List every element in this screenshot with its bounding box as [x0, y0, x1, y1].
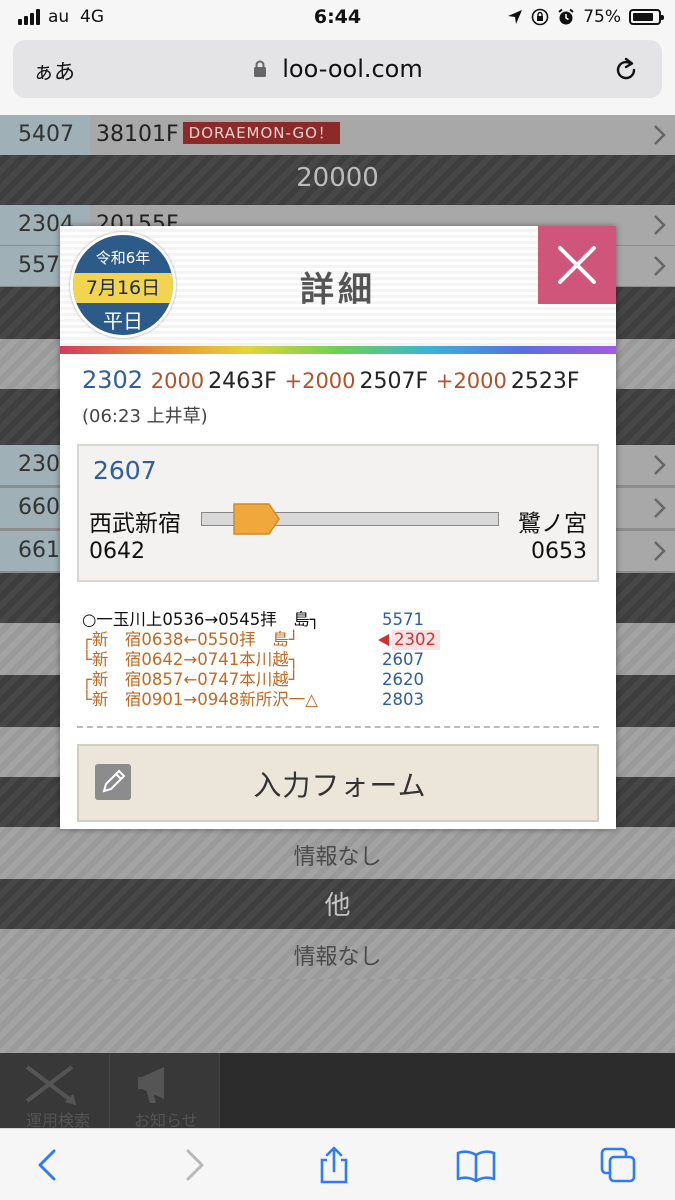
megaphone-icon — [138, 1067, 164, 1103]
share-icon[interactable] — [314, 1145, 354, 1185]
input-form-button[interactable]: 入力フォーム — [77, 744, 599, 822]
status-right: 75% — [507, 7, 664, 27]
chain-plus: + — [284, 369, 303, 393]
schedule-train[interactable]: 2607 — [382, 650, 424, 670]
chain-type: 2000 — [302, 369, 356, 393]
battery-icon — [629, 9, 664, 25]
close-icon — [558, 246, 596, 284]
tabs-icon[interactable] — [598, 1145, 638, 1185]
site-bottom-nav: 運用検索 お知らせ — [0, 1053, 675, 1128]
schedule-row: └新 宿0642→0741本川越┐ 2607 — [82, 650, 602, 670]
url-host[interactable]: loo-ool.com — [252, 55, 423, 83]
chain-car: 2463F — [208, 369, 277, 394]
chain-type: 2000 — [453, 369, 507, 393]
orientation-lock-icon — [531, 8, 549, 26]
row-number: 5407 — [0, 115, 90, 155]
chain-plus: + — [435, 369, 454, 393]
formation-chain: 2302 2000 2463F +2000 2507F +2000 2523F — [82, 366, 580, 394]
chevron-right-icon — [654, 125, 666, 145]
chain-car: 2523F — [510, 369, 580, 394]
location-arrow-icon — [508, 10, 523, 24]
status-bar: au 4G 6:44 75% — [0, 0, 675, 36]
schedule-train[interactable]: 2620 — [382, 670, 424, 690]
chain-train-number: 2302 — [82, 366, 144, 394]
chevron-right-icon — [654, 215, 666, 235]
address-bar[interactable]: ぁあ loo-ool.com — [13, 40, 662, 98]
to-time: 0653 — [531, 539, 587, 564]
from-time: 0642 — [89, 539, 145, 564]
schedule-train-current[interactable]: 2302 — [392, 630, 440, 650]
nav-label: お知らせ — [134, 1111, 198, 1128]
dashed-divider — [77, 726, 599, 728]
chain-type: 2000 — [150, 369, 205, 393]
from-station: 西武新宿 — [89, 511, 181, 537]
to-station: 鷺ノ宮 — [518, 511, 587, 537]
close-button[interactable] — [538, 226, 616, 304]
nav-label: 運用検索 — [26, 1111, 91, 1128]
schedule-train[interactable]: 2803 — [382, 690, 424, 710]
train-position-marker — [233, 503, 280, 535]
current-train-number: 2607 — [93, 456, 157, 485]
schedule-row-current: ┌新 宿0638←0550拝 島┘ 2302 — [82, 630, 602, 650]
no-info-text: 情報なし — [293, 945, 382, 970]
chain-car: 2507F — [359, 369, 429, 394]
alarm-icon — [558, 8, 574, 25]
bookmarks-icon[interactable] — [456, 1145, 496, 1185]
schedule-text: └新 宿0642→0741本川越┐ — [82, 650, 299, 669]
row-tag: DORAEMON-GO！ — [182, 122, 340, 144]
no-info-text: 情報なし — [293, 845, 382, 870]
list-item[interactable]: 5407 38101F DORAEMON-GO！ — [0, 115, 675, 155]
chevron-right-icon — [654, 256, 666, 276]
nav-news[interactable]: お知らせ — [110, 1053, 220, 1128]
schedule-row: └新 宿0901→0948新所沢一△ 2803 — [82, 690, 602, 710]
forward-icon[interactable] — [174, 1145, 214, 1185]
schedule-train[interactable]: 5571 — [382, 610, 424, 630]
input-form-label: 入力フォーム — [253, 769, 427, 802]
chain-subtitle: (06:23 上井草) — [82, 406, 208, 427]
current-marker-icon — [378, 634, 389, 646]
battery-percent: 75% — [583, 7, 621, 27]
schedule-row: ┌新 宿0857←0747本川越┘ 2620 — [82, 670, 602, 690]
schedule-text: ┌新 宿0638←0550拝 島┘ — [82, 630, 299, 649]
arrows-icon — [25, 1065, 77, 1106]
back-icon[interactable] — [28, 1145, 68, 1185]
rainbow-divider — [60, 346, 616, 354]
reload-icon[interactable] — [612, 56, 640, 84]
detail-modal: 令和6年 7月16日 平日 詳細 2302 2000 2463F +2000 250… — [60, 226, 616, 829]
schedule-row: ○一玉川上0536→0545拝 島┐ 5571 — [82, 610, 602, 630]
browser-toolbar — [0, 1128, 675, 1200]
modal-title: 詳細 — [300, 270, 376, 310]
row-car: 38101F — [96, 122, 179, 147]
section-band — [0, 979, 675, 1053]
schedule-text: └新 宿0901→0948新所沢一△ — [82, 690, 318, 709]
nav-search-train[interactable]: 運用検索 — [0, 1053, 110, 1128]
section-heading-other: 他 — [324, 891, 351, 921]
chevron-right-icon — [654, 498, 666, 518]
url-text[interactable]: loo-ool.com — [13, 55, 662, 83]
row-value: 38101F DORAEMON-GO！ — [90, 115, 675, 155]
schedule-text: ┌新 宿0857←0747本川越┘ — [82, 670, 299, 689]
section-heading-20000: 20000 — [296, 163, 379, 193]
chevron-right-icon — [654, 455, 666, 475]
current-train-panel: 2607 西武新宿 鷺ノ宮 0642 0653 — [77, 444, 599, 582]
schedule-text: ○一玉川上0536→0545拝 島┐ — [82, 610, 320, 629]
chevron-right-icon — [654, 541, 666, 561]
